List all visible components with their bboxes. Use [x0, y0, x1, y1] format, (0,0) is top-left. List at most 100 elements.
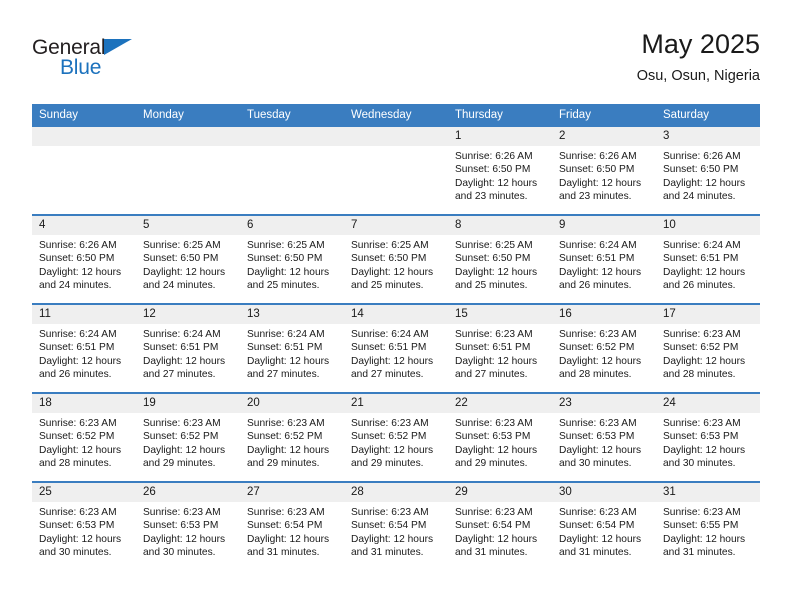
calendar-day-cell[interactable]: 26 Sunrise: 6:23 AM Sunset: 6:53 PM Dayligh…: [136, 483, 240, 570]
calendar-cell-wrapper: 3 Sunrise: 6:26 AM Sunset: 6:50 PM Daylight…: [656, 127, 760, 215]
sunrise-text: Sunrise: 6:23 AM: [663, 507, 741, 518]
calendar-day-cell[interactable]: 7 Sunrise: 6:25 AM Sunset: 6:50 PM Daylight…: [344, 216, 448, 303]
calendar-day-cell[interactable]: 3 Sunrise: 6:26 AM Sunset: 6:50 PM Daylight…: [656, 127, 760, 214]
calendar-day-cell-empty: [32, 127, 136, 214]
calendar-day-cell[interactable]: 12 Sunrise: 6:24 AM Sunset: 6:51 PM Dayligh…: [136, 305, 240, 392]
sunset-text: Sunset: 6:50 PM: [663, 164, 739, 176]
calendar-day-cell[interactable]: 22 Sunrise: 6:23 AM Sunset: 6:53 PM Dayligh…: [448, 394, 552, 481]
day-number: 16: [552, 305, 656, 324]
calendar-day-cell[interactable]: 29 Sunrise: 6:23 AM Sunset: 6:54 PM Dayligh…: [448, 483, 552, 570]
calendar-cell-wrapper: [136, 127, 240, 215]
sunrise-text: Sunrise: 6:23 AM: [143, 507, 221, 518]
calendar-day-cell[interactable]: 16 Sunrise: 6:23 AM Sunset: 6:52 PM Dayligh…: [552, 305, 656, 392]
day-number: 29: [448, 483, 552, 502]
calendar-day-cell[interactable]: 2 Sunrise: 6:26 AM Sunset: 6:50 PM Daylight…: [552, 127, 656, 214]
calendar-day-cell[interactable]: 13 Sunrise: 6:24 AM Sunset: 6:51 PM Dayligh…: [240, 305, 344, 392]
sunrise-text: Sunrise: 6:25 AM: [247, 240, 325, 251]
daylight-text: Daylight: 12 hours and 24 minutes.: [143, 266, 226, 292]
calendar-day-cell-empty: [240, 127, 344, 214]
sunset-text: Sunset: 6:53 PM: [39, 520, 115, 532]
calendar-cell-wrapper: [240, 127, 344, 215]
calendar-cell-wrapper: 4 Sunrise: 6:26 AM Sunset: 6:50 PM Daylight…: [32, 214, 136, 304]
sunset-text: Sunset: 6:51 PM: [351, 342, 427, 354]
calendar-day-cell[interactable]: 23 Sunrise: 6:23 AM Sunset: 6:53 PM Dayligh…: [552, 394, 656, 481]
sunrise-text: Sunrise: 6:23 AM: [455, 418, 533, 429]
day-details: Sunrise: 6:23 AM Sunset: 6:55 PM Daylight:…: [656, 502, 760, 560]
calendar-day-cell[interactable]: 18 Sunrise: 6:23 AM Sunset: 6:52 PM Dayligh…: [32, 394, 136, 481]
sunset-text: Sunset: 6:53 PM: [559, 431, 635, 443]
daylight-text: Daylight: 12 hours and 27 minutes.: [143, 355, 226, 381]
day-number: 22: [448, 394, 552, 413]
sunset-text: Sunset: 6:52 PM: [663, 342, 739, 354]
sunrise-text: Sunrise: 6:24 AM: [351, 329, 429, 340]
calendar-day-cell[interactable]: 31 Sunrise: 6:23 AM Sunset: 6:55 PM Dayligh…: [656, 483, 760, 570]
weekday-header-row: Sunday Monday Tuesday Wednesday Thursday…: [32, 104, 760, 127]
day-details: Sunrise: 6:24 AM Sunset: 6:51 PM Daylight:…: [552, 235, 656, 293]
calendar-day-cell[interactable]: 25 Sunrise: 6:23 AM Sunset: 6:53 PM Dayligh…: [32, 483, 136, 570]
calendar-cell-wrapper: 16 Sunrise: 6:23 AM Sunset: 6:52 PM Dayligh…: [552, 303, 656, 393]
calendar-day-cell[interactable]: 17 Sunrise: 6:23 AM Sunset: 6:52 PM Dayligh…: [656, 305, 760, 392]
day-details: Sunrise: 6:23 AM Sunset: 6:52 PM Daylight:…: [240, 413, 344, 471]
calendar-day-cell[interactable]: 4 Sunrise: 6:26 AM Sunset: 6:50 PM Daylight…: [32, 216, 136, 303]
calendar-day-cell[interactable]: 6 Sunrise: 6:25 AM Sunset: 6:50 PM Daylight…: [240, 216, 344, 303]
daylight-text: Daylight: 12 hours and 23 minutes.: [455, 177, 538, 203]
calendar-day-cell[interactable]: 19 Sunrise: 6:23 AM Sunset: 6:52 PM Dayligh…: [136, 394, 240, 481]
location-subtitle: Osu, Osun, Nigeria: [636, 68, 760, 84]
daylight-text: Daylight: 12 hours and 30 minutes.: [39, 533, 122, 559]
sunrise-text: Sunrise: 6:23 AM: [247, 507, 325, 518]
day-details: Sunrise: 6:26 AM Sunset: 6:50 PM Daylight:…: [552, 146, 656, 204]
day-number: 31: [656, 483, 760, 502]
sunrise-text: Sunrise: 6:23 AM: [663, 418, 741, 429]
calendar-day-cell[interactable]: 8 Sunrise: 6:25 AM Sunset: 6:50 PM Daylight…: [448, 216, 552, 303]
calendar-day-cell[interactable]: 28 Sunrise: 6:23 AM Sunset: 6:54 PM Dayligh…: [344, 483, 448, 570]
daylight-text: Daylight: 12 hours and 26 minutes.: [559, 266, 642, 292]
sunrise-text: Sunrise: 6:23 AM: [663, 329, 741, 340]
daylight-text: Daylight: 12 hours and 25 minutes.: [455, 266, 538, 292]
calendar-day-cell[interactable]: 24 Sunrise: 6:23 AM Sunset: 6:53 PM Dayligh…: [656, 394, 760, 481]
sunrise-text: Sunrise: 6:26 AM: [455, 151, 533, 162]
calendar-day-cell[interactable]: 15 Sunrise: 6:23 AM Sunset: 6:51 PM Dayligh…: [448, 305, 552, 392]
calendar-day-cell[interactable]: 30 Sunrise: 6:23 AM Sunset: 6:54 PM Dayligh…: [552, 483, 656, 570]
sunset-text: Sunset: 6:51 PM: [39, 342, 115, 354]
daylight-text: Daylight: 12 hours and 29 minutes.: [247, 444, 330, 470]
sunset-text: Sunset: 6:54 PM: [559, 520, 635, 532]
day-details: Sunrise: 6:24 AM Sunset: 6:51 PM Daylight:…: [344, 324, 448, 382]
calendar-day-cell[interactable]: 27 Sunrise: 6:23 AM Sunset: 6:54 PM Dayligh…: [240, 483, 344, 570]
calendar-day-cell[interactable]: 9 Sunrise: 6:24 AM Sunset: 6:51 PM Daylight…: [552, 216, 656, 303]
sunset-text: Sunset: 6:50 PM: [247, 253, 323, 265]
daylight-text: Daylight: 12 hours and 25 minutes.: [247, 266, 330, 292]
day-details: Sunrise: 6:24 AM Sunset: 6:51 PM Daylight:…: [32, 324, 136, 382]
calendar-day-cell[interactable]: 21 Sunrise: 6:23 AM Sunset: 6:52 PM Dayligh…: [344, 394, 448, 481]
generalblue-logo[interactable]: General Blue: [32, 36, 162, 84]
calendar-day-cell[interactable]: 10 Sunrise: 6:24 AM Sunset: 6:51 PM Dayligh…: [656, 216, 760, 303]
day-number: 26: [136, 483, 240, 502]
calendar-day-cell[interactable]: 20 Sunrise: 6:23 AM Sunset: 6:52 PM Dayligh…: [240, 394, 344, 481]
sunrise-text: Sunrise: 6:24 AM: [39, 329, 117, 340]
daylight-text: Daylight: 12 hours and 29 minutes.: [455, 444, 538, 470]
daylight-text: Daylight: 12 hours and 27 minutes.: [351, 355, 434, 381]
calendar-cell-wrapper: 7 Sunrise: 6:25 AM Sunset: 6:50 PM Daylight…: [344, 214, 448, 304]
day-details: Sunrise: 6:23 AM Sunset: 6:52 PM Daylight:…: [344, 413, 448, 471]
calendar-day-cell[interactable]: 14 Sunrise: 6:24 AM Sunset: 6:51 PM Dayligh…: [344, 305, 448, 392]
calendar-table: Sunday Monday Tuesday Wednesday Thursday…: [32, 104, 760, 570]
calendar-cell-wrapper: 25 Sunrise: 6:23 AM Sunset: 6:53 PM Dayligh…: [32, 481, 136, 570]
day-number: 25: [32, 483, 136, 502]
day-details: Sunrise: 6:23 AM Sunset: 6:53 PM Daylight:…: [552, 413, 656, 471]
sunrise-text: Sunrise: 6:24 AM: [247, 329, 325, 340]
calendar-day-cell[interactable]: 1 Sunrise: 6:26 AM Sunset: 6:50 PM Daylight…: [448, 127, 552, 214]
weekday-header-sunday: Sunday: [32, 104, 136, 127]
sunset-text: Sunset: 6:52 PM: [559, 342, 635, 354]
day-details: Sunrise: 6:26 AM Sunset: 6:50 PM Daylight:…: [32, 235, 136, 293]
calendar-day-cell[interactable]: 11 Sunrise: 6:24 AM Sunset: 6:51 PM Dayligh…: [32, 305, 136, 392]
calendar-cell-wrapper: 14 Sunrise: 6:24 AM Sunset: 6:51 PM Dayligh…: [344, 303, 448, 393]
day-details: Sunrise: 6:25 AM Sunset: 6:50 PM Daylight:…: [136, 235, 240, 293]
calendar-day-cell[interactable]: 5 Sunrise: 6:25 AM Sunset: 6:50 PM Daylight…: [136, 216, 240, 303]
sunset-text: Sunset: 6:50 PM: [143, 253, 219, 265]
sunset-text: Sunset: 6:52 PM: [351, 431, 427, 443]
calendar-cell-wrapper: 18 Sunrise: 6:23 AM Sunset: 6:52 PM Dayligh…: [32, 392, 136, 482]
sunset-text: Sunset: 6:55 PM: [663, 520, 739, 532]
sunrise-text: Sunrise: 6:24 AM: [663, 240, 741, 251]
daylight-text: Daylight: 12 hours and 31 minutes.: [351, 533, 434, 559]
day-details: Sunrise: 6:26 AM Sunset: 6:50 PM Daylight:…: [448, 146, 552, 204]
calendar-week-row: 25 Sunrise: 6:23 AM Sunset: 6:53 PM Dayligh…: [32, 481, 760, 570]
